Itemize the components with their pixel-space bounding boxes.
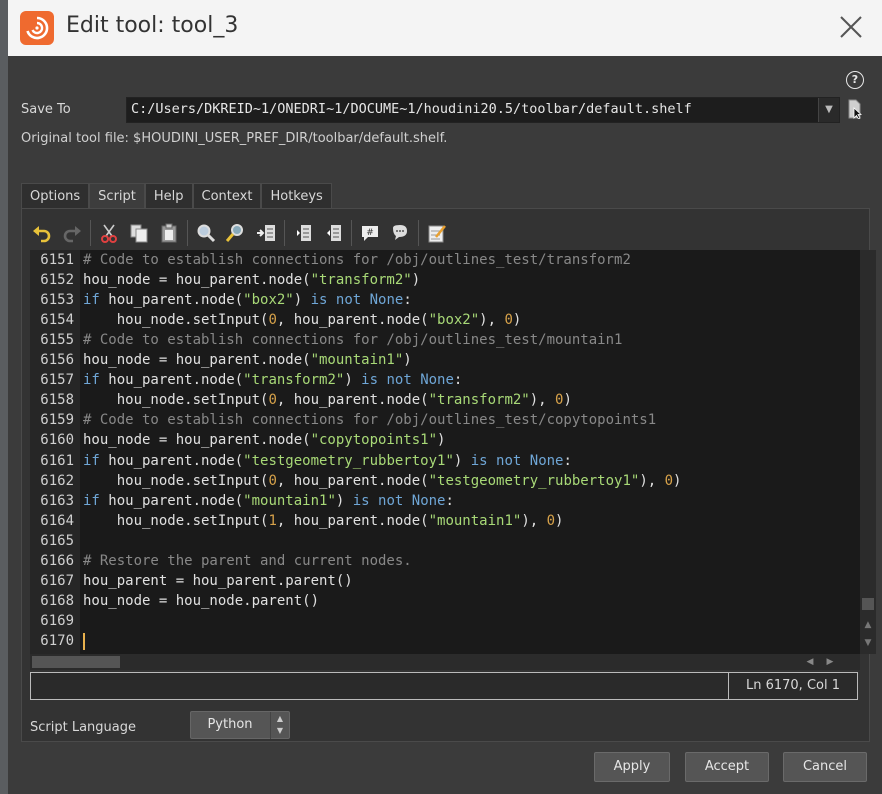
code-line: if hou_parent.node("mountain1") is not N… [83, 492, 454, 509]
tab-options[interactable]: Options [21, 183, 90, 209]
toolbar-divider [351, 220, 352, 246]
cancel-button[interactable]: Cancel [783, 752, 867, 782]
line-number: 6166 [40, 552, 74, 569]
line-number: 6170 [40, 632, 74, 649]
line-number-gutter: 6151 6152 6153 6154 6155 6156 6157 6158 6159 6160… [30, 250, 80, 654]
line-number: 6162 [40, 472, 74, 489]
copy-icon[interactable] [127, 221, 151, 245]
toolbar-divider [284, 220, 285, 246]
vertical-scrollbar[interactable]: ▲ ▼ [860, 250, 876, 654]
line-number: 6164 [40, 512, 74, 529]
tab-bar: Options Script Help Context Hotkeys [21, 183, 332, 209]
code-line: hou_node = hou_node.parent() [83, 592, 320, 609]
status-bar: Ln 6170, Col 1 [30, 672, 858, 700]
line-number: 6151 [40, 252, 74, 268]
save-to-field[interactable]: C:/Users/DKREID~1/ONEDRI~1/DOCUME~1/houd… [126, 97, 840, 123]
svg-text:#: # [366, 228, 374, 238]
code-line: if hou_parent.node("transform2") is not … [83, 372, 463, 389]
original-tool-file: Original tool file: $HOUDINI_USER_PREF_D… [21, 131, 448, 146]
apply-button[interactable]: Apply [594, 752, 670, 782]
line-number: 6161 [40, 452, 74, 469]
save-to-label: Save To [21, 102, 71, 117]
comment-icon[interactable]: # [358, 221, 382, 245]
code-line: hou_node.setInput(0, hou_parent.node("tr… [83, 392, 572, 409]
code-line: hou_node = hou_parent.node("copytopoints… [83, 432, 446, 449]
code-line: # Code to establish connections for /obj… [83, 252, 631, 268]
file-browse-icon[interactable] [848, 99, 863, 120]
edit-external-icon[interactable] [425, 221, 449, 245]
code-line: hou_node.setInput(0, hou_parent.node("bo… [83, 312, 522, 329]
scroll-right-icon[interactable]: ▶ [822, 656, 838, 668]
close-icon [840, 16, 862, 38]
script-panel: # 6151 6152 6153 6154 6155 6156 6157 6158 6159 61… [21, 208, 876, 742]
line-number: 6160 [40, 432, 74, 449]
paste-icon[interactable] [157, 221, 181, 245]
code-line: if hou_parent.node("box2") is not None: [83, 292, 412, 309]
undo-icon[interactable] [30, 221, 54, 245]
line-number: 6154 [40, 312, 74, 329]
script-language-label: Script Language [30, 720, 136, 735]
close-button[interactable] [834, 10, 868, 44]
line-number: 6159 [40, 412, 74, 429]
tab-help[interactable]: Help [144, 183, 193, 209]
toolbar-divider [90, 220, 91, 246]
line-number: 6155 [40, 332, 74, 349]
code-line: # Code to establish connections for /obj… [83, 332, 623, 349]
up-down-arrows-icon: ▲ ▼ [270, 712, 289, 739]
tab-context[interactable]: Context [192, 183, 262, 209]
indent-icon[interactable] [291, 221, 315, 245]
title-bar: Edit tool: tool_3 [8, 0, 882, 56]
find-replace-icon[interactable] [224, 221, 248, 245]
line-number: 6157 [40, 372, 74, 389]
goto-line-icon[interactable] [254, 221, 278, 245]
accept-button[interactable]: Accept [685, 752, 769, 782]
scroll-down-icon[interactable]: ▼ [862, 636, 874, 650]
script-language-value: Python [207, 717, 253, 732]
line-number: 6163 [40, 492, 74, 509]
uncomment-icon[interactable] [388, 221, 412, 245]
script-language-select[interactable]: Python ▲ ▼ [190, 711, 290, 739]
toolbar-divider [418, 220, 419, 246]
line-number: 6158 [40, 392, 74, 409]
code-line: # Restore the parent and current nodes. [83, 552, 412, 569]
edit-tool-dialog: ? Save To C:/Users/DKREID~1/ONEDRI~1/DOC… [8, 56, 882, 794]
code-line: hou_node = hou_parent.node("transform2") [83, 272, 421, 289]
horizontal-scrollbar[interactable]: ◀ ▶ [30, 654, 860, 670]
line-number: 6165 [40, 532, 74, 549]
save-to-value: C:/Users/DKREID~1/ONEDRI~1/DOCUME~1/houd… [131, 101, 692, 117]
line-number: 6156 [40, 352, 74, 369]
line-number: 6169 [40, 612, 74, 629]
window-title: Edit tool: tool_3 [66, 13, 239, 38]
cut-icon[interactable] [97, 221, 121, 245]
text-cursor [83, 633, 85, 650]
find-icon[interactable] [194, 221, 218, 245]
code-line: hou_node = hou_parent.node("mountain1") [83, 352, 412, 369]
code-line: hou_node.setInput(1, hou_parent.node("mo… [83, 512, 564, 529]
toolbar-divider [187, 220, 188, 246]
redo-icon[interactable] [60, 221, 84, 245]
code-editor[interactable]: 6151 6152 6153 6154 6155 6156 6157 6158 6159 6160… [30, 250, 860, 654]
line-number: 6153 [40, 292, 74, 309]
scroll-up-icon[interactable]: ▲ [862, 618, 874, 632]
tab-script[interactable]: Script [89, 183, 145, 209]
code-line: hou_node.setInput(0, hou_parent.node("te… [83, 472, 682, 489]
horizontal-scrollbar-thumb[interactable] [32, 656, 120, 668]
scroll-left-icon[interactable]: ◀ [802, 656, 818, 668]
houdini-logo-icon [20, 11, 54, 45]
editor-toolbar: # [30, 218, 455, 248]
tab-hotkeys[interactable]: Hotkeys [261, 183, 332, 209]
code-line: # Code to establish connections for /obj… [83, 412, 657, 429]
line-number: 6152 [40, 272, 74, 289]
vertical-scrollbar-thumb[interactable] [862, 598, 874, 610]
help-icon[interactable]: ? [846, 71, 864, 89]
line-number: 6168 [40, 592, 74, 609]
cursor-position: Ln 6170, Col 1 [728, 673, 857, 699]
code-line: hou_parent = hou_parent.parent() [83, 572, 353, 589]
unindent-icon[interactable] [321, 221, 345, 245]
line-number: 6167 [40, 572, 74, 589]
chevron-down-icon[interactable]: ▼ [818, 98, 839, 122]
code-line: if hou_parent.node("testgeometry_rubbert… [83, 452, 572, 469]
